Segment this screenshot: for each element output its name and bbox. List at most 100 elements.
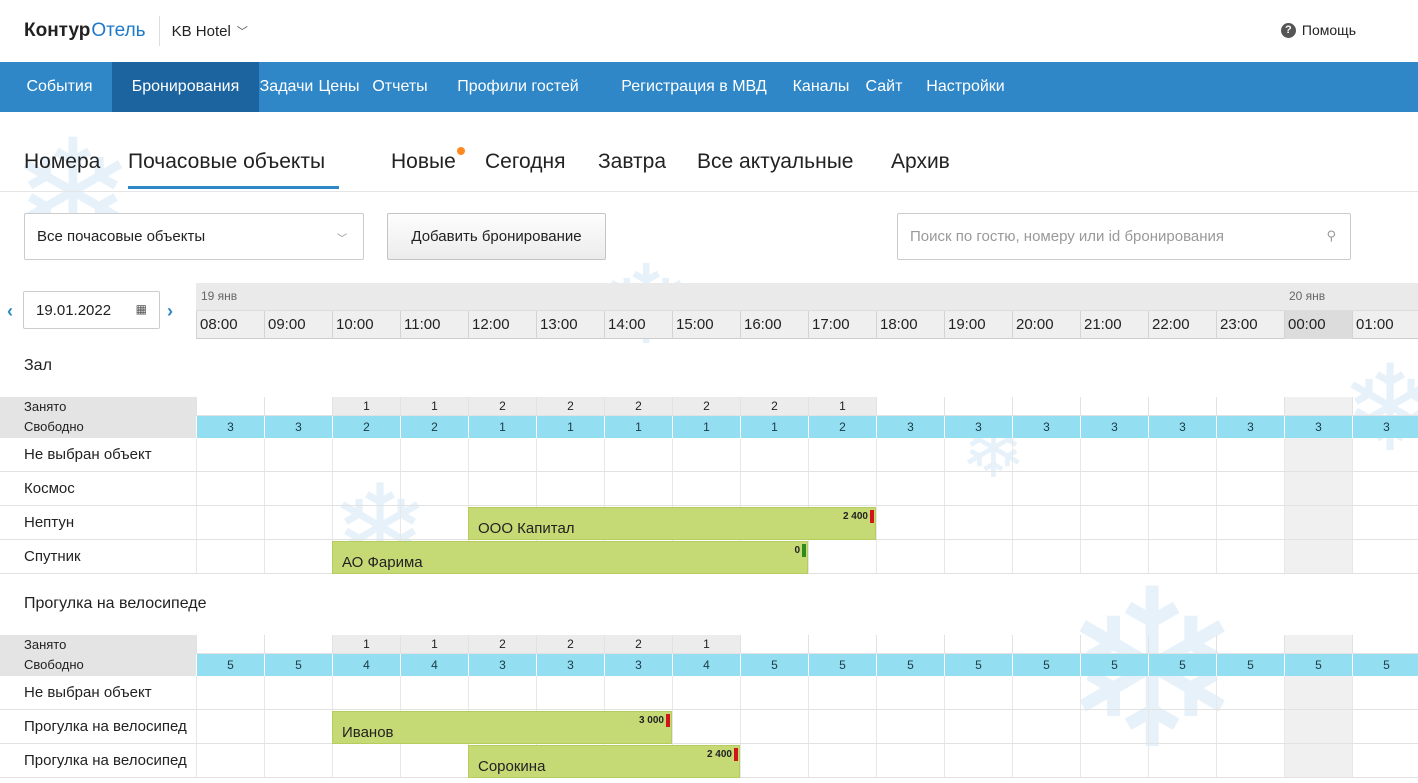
timeslot-cell[interactable] bbox=[264, 438, 332, 471]
search-input[interactable] bbox=[910, 214, 1310, 259]
timeslot-cell[interactable] bbox=[468, 438, 536, 471]
timeslot-cell[interactable] bbox=[264, 676, 332, 709]
timeslot-cell[interactable] bbox=[808, 676, 876, 709]
timeslot-cell[interactable] bbox=[740, 710, 808, 743]
timeslot-cell[interactable] bbox=[196, 710, 264, 743]
help-link[interactable]: ? Помощь bbox=[1280, 22, 1356, 38]
timeslot-cell[interactable] bbox=[332, 506, 400, 539]
timeslot-cell[interactable] bbox=[1284, 540, 1352, 573]
timeslot-cell[interactable] bbox=[1148, 710, 1216, 743]
sub-tab[interactable]: Новые bbox=[391, 150, 456, 174]
timeslot-cell[interactable] bbox=[740, 744, 808, 777]
timeslot-cell[interactable] bbox=[196, 438, 264, 471]
timeslot-cell[interactable] bbox=[1080, 676, 1148, 709]
timeslot-cell[interactable] bbox=[264, 710, 332, 743]
timeslot-cell[interactable] bbox=[1284, 506, 1352, 539]
booking-block[interactable]: Иванов 3 000 bbox=[332, 711, 672, 744]
object-name[interactable]: Нептун bbox=[0, 506, 196, 540]
timeslot-cell[interactable] bbox=[1012, 744, 1080, 777]
nav-item[interactable]: События bbox=[7, 62, 112, 112]
timeslot-cell[interactable] bbox=[876, 472, 944, 505]
timeslot-cell[interactable] bbox=[1216, 710, 1284, 743]
timeslot-cell[interactable] bbox=[1148, 676, 1216, 709]
add-booking-button[interactable]: Добавить бронирование bbox=[387, 213, 606, 260]
timeslot-cell[interactable] bbox=[808, 710, 876, 743]
timeslot-cell[interactable] bbox=[196, 506, 264, 539]
timeslot-cell[interactable] bbox=[672, 472, 740, 505]
timeslot-cell[interactable] bbox=[1352, 744, 1418, 777]
nav-item[interactable]: Сайт bbox=[854, 62, 914, 112]
sub-tab[interactable]: Сегодня bbox=[485, 150, 565, 174]
timeslot-cell[interactable] bbox=[944, 676, 1012, 709]
timeslot-cell[interactable] bbox=[944, 438, 1012, 471]
object-name[interactable]: Прогулка на велосипед bbox=[0, 710, 196, 744]
timeslot-cell[interactable] bbox=[264, 472, 332, 505]
timeslot-cell[interactable] bbox=[1284, 676, 1352, 709]
hotel-selector[interactable]: KB Hotel ﹀ bbox=[172, 23, 248, 40]
timeslot-cell[interactable] bbox=[1352, 438, 1418, 471]
sub-tab[interactable]: Завтра bbox=[598, 150, 666, 174]
timeslot-cell[interactable] bbox=[1216, 472, 1284, 505]
timeslot-cell[interactable] bbox=[332, 472, 400, 505]
timeslot-cell[interactable] bbox=[1080, 710, 1148, 743]
sub-tab[interactable]: Все актуальные bbox=[697, 150, 854, 174]
timeslot-cell[interactable] bbox=[332, 438, 400, 471]
timeslot-cell[interactable] bbox=[1012, 710, 1080, 743]
nav-item[interactable]: Настройки bbox=[914, 62, 1017, 112]
timeslot-cell[interactable] bbox=[264, 506, 332, 539]
timeslot-cell[interactable] bbox=[876, 744, 944, 777]
timeslot-cell[interactable] bbox=[604, 472, 672, 505]
timeslot-cell[interactable] bbox=[536, 676, 604, 709]
timeslot-cell[interactable] bbox=[944, 472, 1012, 505]
timeslot-cell[interactable] bbox=[332, 676, 400, 709]
timeslot-cell[interactable] bbox=[196, 676, 264, 709]
timeslot-cell[interactable] bbox=[1216, 744, 1284, 777]
timeslot-cell[interactable] bbox=[1080, 540, 1148, 573]
timeslot-cell[interactable] bbox=[468, 676, 536, 709]
timeslot-cell[interactable] bbox=[876, 506, 944, 539]
timeslot-cell[interactable] bbox=[468, 472, 536, 505]
timeslot-cell[interactable] bbox=[1080, 438, 1148, 471]
timeslot-cell[interactable] bbox=[400, 506, 468, 539]
timeslot-cell[interactable] bbox=[1080, 744, 1148, 777]
object-name[interactable]: Не выбран объект bbox=[0, 676, 196, 710]
nav-item[interactable]: Каналы bbox=[788, 62, 854, 112]
timeslot-cell[interactable] bbox=[1148, 438, 1216, 471]
booking-block[interactable]: Сорокина 2 400 bbox=[468, 745, 740, 778]
timeslot-cell[interactable] bbox=[196, 744, 264, 777]
timeslot-cell[interactable] bbox=[944, 506, 1012, 539]
timeslot-cell[interactable] bbox=[876, 710, 944, 743]
booking-block[interactable]: ООО Капитал 2 400 bbox=[468, 507, 876, 540]
object-name[interactable]: Прогулка на велосипед bbox=[0, 744, 196, 778]
objects-filter-select[interactable]: Все почасовые объекты ﹀ bbox=[24, 213, 364, 260]
timeslot-cell[interactable] bbox=[1012, 506, 1080, 539]
timeslot-cell[interactable] bbox=[604, 676, 672, 709]
timeslot-cell[interactable] bbox=[1216, 506, 1284, 539]
timeslot-cell[interactable] bbox=[808, 744, 876, 777]
timeslot-cell[interactable] bbox=[1352, 540, 1418, 573]
timeslot-cell[interactable] bbox=[944, 540, 1012, 573]
search-icon[interactable]: ⚲ bbox=[1326, 228, 1336, 244]
timeslot-cell[interactable] bbox=[808, 472, 876, 505]
timeslot-cell[interactable] bbox=[400, 676, 468, 709]
timeslot-cell[interactable] bbox=[264, 744, 332, 777]
timeslot-cell[interactable] bbox=[876, 438, 944, 471]
timeslot-cell[interactable] bbox=[1352, 710, 1418, 743]
prev-day-arrow-icon[interactable]: ‹ bbox=[7, 301, 13, 322]
timeslot-cell[interactable] bbox=[1012, 676, 1080, 709]
nav-item[interactable]: Профили гостей bbox=[436, 62, 600, 112]
timeslot-cell[interactable] bbox=[1284, 438, 1352, 471]
timeslot-cell[interactable] bbox=[740, 676, 808, 709]
timeslot-cell[interactable] bbox=[604, 438, 672, 471]
timeslot-cell[interactable] bbox=[1284, 710, 1352, 743]
app-logo[interactable]: Контур Отель bbox=[24, 20, 146, 42]
timeslot-cell[interactable] bbox=[1012, 540, 1080, 573]
timeslot-cell[interactable] bbox=[1012, 472, 1080, 505]
timeslot-cell[interactable] bbox=[740, 438, 808, 471]
timeslot-cell[interactable] bbox=[1080, 506, 1148, 539]
sub-tab[interactable]: Почасовые объекты bbox=[128, 150, 340, 189]
timeslot-cell[interactable] bbox=[196, 472, 264, 505]
timeslot-cell[interactable] bbox=[1012, 438, 1080, 471]
timeslot-cell[interactable] bbox=[1216, 540, 1284, 573]
date-picker[interactable]: 19.01.2022 ▦ bbox=[23, 291, 160, 329]
